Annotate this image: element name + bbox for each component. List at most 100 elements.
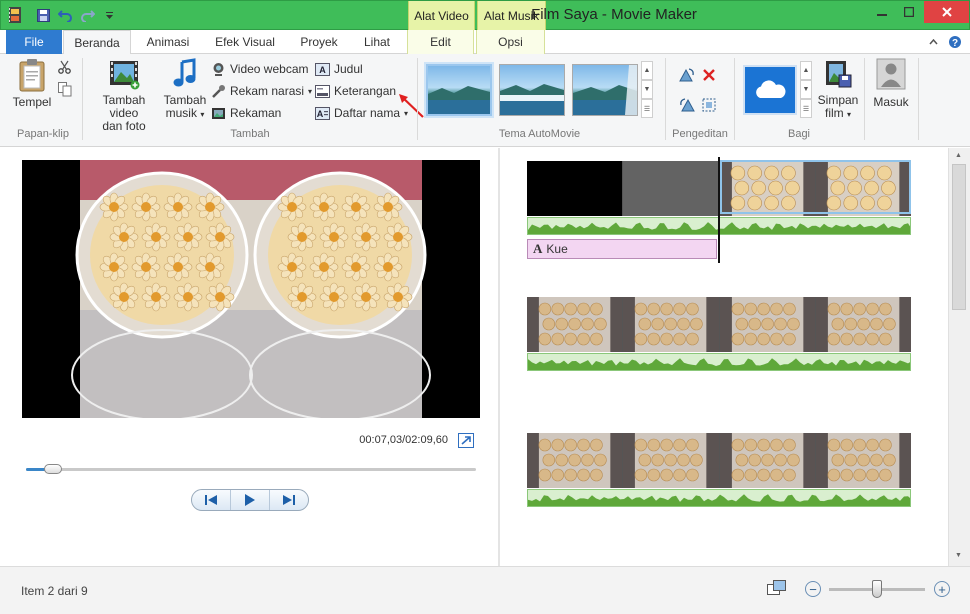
customize-qat-icon[interactable] bbox=[99, 6, 119, 24]
thumbnail-size-button[interactable] bbox=[767, 580, 787, 601]
caption-clip[interactable]: A Kue bbox=[527, 239, 717, 259]
tab-project[interactable]: Proyek bbox=[293, 30, 345, 54]
title-clip-frame[interactable] bbox=[527, 161, 624, 216]
undo-icon[interactable] bbox=[55, 6, 75, 24]
collapse-ribbon-button[interactable] bbox=[924, 30, 942, 54]
tab-animations[interactable]: Animasi bbox=[140, 30, 196, 54]
clip-thumbnail-image bbox=[731, 433, 803, 488]
tab-file[interactable]: File bbox=[6, 30, 62, 54]
context-tab-music-tools: Alat Musik bbox=[477, 1, 546, 31]
tab-home[interactable]: Beranda bbox=[63, 30, 131, 55]
window-title: Film Saya - Movie Maker bbox=[531, 6, 697, 23]
next-frame-button[interactable] bbox=[270, 490, 308, 510]
scroll-down-arrow-icon[interactable]: ▼ bbox=[955, 552, 962, 559]
theme-scroll-up[interactable]: ▲ bbox=[641, 61, 653, 80]
rotate-right-button[interactable] bbox=[679, 98, 695, 115]
help-button[interactable]: ? bbox=[945, 30, 965, 54]
video-clip-frame[interactable] bbox=[623, 433, 720, 488]
share-scroll-down[interactable]: ▼ bbox=[800, 80, 812, 99]
title-button[interactable]: A Judul bbox=[315, 59, 363, 79]
clip-thumbnail-image bbox=[538, 433, 611, 488]
video-clip-strip bbox=[527, 433, 911, 488]
credits-button[interactable]: A Daftar nama ▾ bbox=[315, 103, 408, 123]
snapshot-button[interactable]: Rekaman bbox=[211, 103, 281, 123]
minimize-button[interactable] bbox=[869, 1, 895, 23]
app-icon[interactable] bbox=[5, 6, 25, 24]
title-clip-frame[interactable] bbox=[623, 161, 720, 216]
storyboard-scrollbar[interactable]: ▲ ▼ bbox=[948, 148, 970, 566]
play-icon bbox=[245, 494, 255, 506]
copy-icon bbox=[58, 82, 72, 97]
playhead[interactable] bbox=[718, 157, 720, 263]
scissors-icon bbox=[58, 60, 71, 74]
theme-gallery-expand[interactable]: ☰ bbox=[641, 99, 653, 118]
video-clip-frame[interactable] bbox=[623, 297, 720, 352]
video-clip-frame[interactable] bbox=[527, 433, 624, 488]
audio-track[interactable] bbox=[527, 353, 911, 371]
waveform-shape bbox=[528, 358, 910, 370]
record-narration-button[interactable]: Rekam narasi ▾ bbox=[211, 81, 312, 101]
tab-video-edit[interactable]: Edit bbox=[407, 30, 474, 54]
save-movie-button[interactable]: Simpan film ▾ bbox=[815, 58, 861, 121]
maximize-button[interactable] bbox=[896, 1, 922, 23]
add-music-button[interactable]: Tambah musik ▾ bbox=[163, 58, 207, 121]
play-button[interactable] bbox=[231, 490, 270, 510]
video-clip-frame[interactable] bbox=[815, 297, 911, 352]
minimize-icon bbox=[877, 14, 887, 16]
video-clip-frame[interactable] bbox=[719, 297, 816, 352]
remove-button[interactable] bbox=[702, 68, 716, 85]
scroll-up-arrow-icon[interactable]: ▲ bbox=[955, 152, 962, 159]
share-scroll-up[interactable]: ▲ bbox=[800, 61, 812, 80]
save-icon[interactable] bbox=[33, 6, 53, 24]
group-label-clipboard: Papan-klip bbox=[17, 128, 69, 140]
help-icon: ? bbox=[949, 36, 961, 49]
waveform-shape bbox=[528, 494, 910, 506]
cookie-jam-center bbox=[205, 262, 215, 272]
paste-button[interactable]: Tempel bbox=[10, 58, 54, 109]
video-clip-frame[interactable] bbox=[815, 433, 911, 488]
cookie-jam-center bbox=[329, 292, 339, 302]
previous-frame-button[interactable] bbox=[192, 490, 231, 510]
webcam-video-button[interactable]: Video webcam bbox=[211, 59, 309, 79]
ribbon: Tempel Papan-klip Tambah video dan foto … bbox=[0, 54, 970, 147]
cookie-jam-center bbox=[351, 262, 361, 272]
zoom-in-button[interactable]: + bbox=[934, 581, 950, 597]
snapshot-icon bbox=[212, 107, 225, 119]
video-clip-frame[interactable] bbox=[719, 433, 816, 488]
onedrive-share-button[interactable] bbox=[743, 65, 797, 115]
cut-button[interactable] bbox=[58, 60, 71, 77]
theme-scroll-down[interactable]: ▼ bbox=[641, 80, 653, 99]
fullscreen-preview-button[interactable] bbox=[458, 433, 474, 451]
copy-button[interactable] bbox=[58, 82, 72, 100]
close-button[interactable] bbox=[924, 1, 969, 23]
annotation-arrow-icon bbox=[399, 94, 424, 118]
close-icon bbox=[941, 7, 952, 17]
automovie-theme-contemporary[interactable] bbox=[499, 64, 565, 116]
microphone-icon bbox=[212, 84, 225, 98]
group-separator bbox=[918, 58, 919, 140]
next-frame-icon bbox=[283, 495, 295, 505]
cookie-jam-center bbox=[183, 232, 193, 242]
redo-icon[interactable] bbox=[77, 6, 97, 24]
add-videos-photos-button[interactable]: Tambah video dan foto bbox=[87, 58, 161, 133]
caption-button[interactable]: Keterangan bbox=[315, 81, 396, 101]
select-all-button[interactable] bbox=[702, 98, 716, 115]
zoom-out-button[interactable]: − bbox=[805, 581, 821, 597]
group-separator bbox=[82, 58, 83, 140]
zoom-slider-thumb[interactable] bbox=[872, 580, 882, 598]
seek-thumb[interactable] bbox=[43, 464, 62, 474]
scrollbar-thumb[interactable] bbox=[952, 164, 966, 310]
automovie-theme-default[interactable] bbox=[424, 62, 494, 118]
automovie-theme-pan-zoom[interactable] bbox=[572, 64, 638, 116]
video-clip-frame[interactable] bbox=[527, 297, 624, 352]
rotate-left-button[interactable] bbox=[679, 68, 695, 85]
share-gallery-expand[interactable]: ☰ bbox=[800, 99, 812, 118]
tab-visual-effects[interactable]: Efek Visual bbox=[206, 30, 284, 54]
tab-music-options[interactable]: Opsi bbox=[476, 30, 545, 54]
seek-bar[interactable] bbox=[26, 468, 476, 471]
video-preview[interactable] bbox=[22, 160, 480, 418]
sign-in-button[interactable]: Masuk bbox=[870, 58, 912, 109]
cookie-jam-center bbox=[183, 292, 193, 302]
audio-track[interactable] bbox=[527, 489, 911, 507]
tab-view[interactable]: Lihat bbox=[354, 30, 400, 54]
